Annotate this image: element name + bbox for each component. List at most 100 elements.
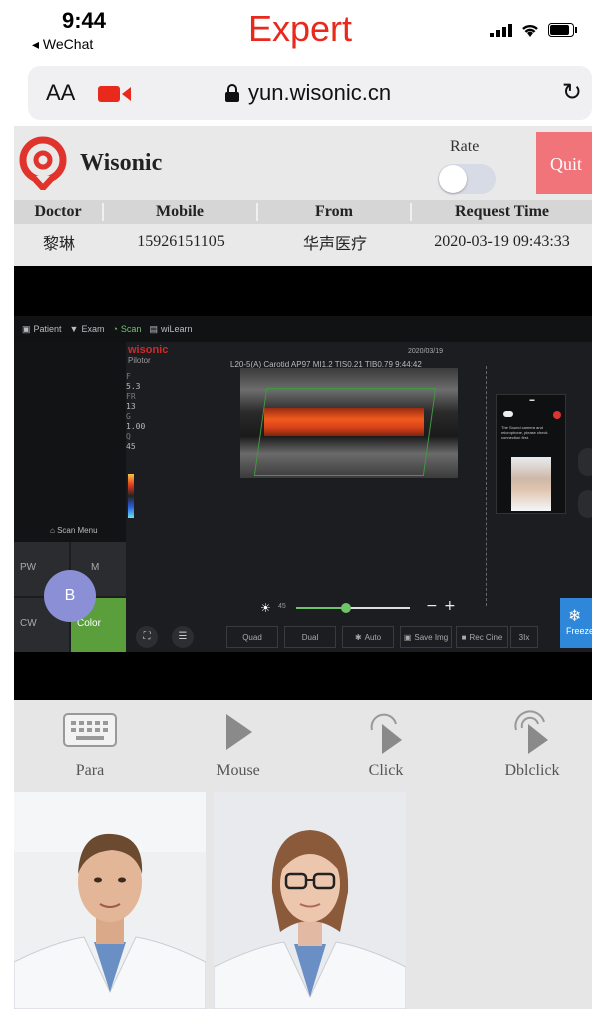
freeze-label: Freeze <box>566 626 592 636</box>
column-header: Request Time <box>454 203 550 220</box>
slider-knob[interactable] <box>341 603 352 613</box>
tab-label: wiLearn <box>160 324 193 334</box>
button-label: Rec Cine <box>469 632 503 642</box>
dual-button[interactable]: Dual <box>284 626 336 648</box>
local-video-female-doctor[interactable] <box>214 792 406 1009</box>
plus-button[interactable]: + <box>444 598 456 614</box>
doctor-cell: 黎琳 <box>42 236 75 253</box>
para-label: Para <box>75 762 105 779</box>
color-roi-box[interactable] <box>253 388 437 476</box>
ultrasound-left-panel <box>14 342 126 542</box>
battery-icon <box>548 23 577 37</box>
save-image-button[interactable]: ▣ Save Img <box>400 626 452 648</box>
cursor-icon <box>226 714 252 750</box>
browser-address-bar[interactable]: AA yun.wisonic.cn ↻ <box>28 66 592 120</box>
button-label: Dual <box>301 632 319 642</box>
back-to-app-link[interactable]: ◂ WeChat <box>32 36 93 53</box>
mode-label: PW <box>20 562 37 573</box>
lock-icon <box>225 84 239 102</box>
remote-video-male-doctor[interactable] <box>14 792 206 1009</box>
rate-label: Rate <box>450 138 480 155</box>
ultrasound-model: Pilotor <box>128 356 151 365</box>
tab-patient[interactable]: ▣ Patient <box>22 324 62 335</box>
column-header: Mobile <box>104 203 258 221</box>
speed-select[interactable]: 3Ix <box>510 626 538 648</box>
depth-down-button[interactable] <box>578 490 592 518</box>
tab-label: Patient <box>33 324 62 334</box>
button-label: Quad <box>242 632 262 642</box>
auto-button[interactable]: ✱ Auto <box>342 626 394 648</box>
mouse-label: Mouse <box>216 762 260 779</box>
probe-icon: ▼ <box>69 324 79 334</box>
click-icon <box>370 713 402 754</box>
tab-scan[interactable]: ◔ Scan <box>112 324 141 334</box>
depth-up-button[interactable] <box>578 448 592 476</box>
mode-b-button[interactable]: B <box>44 570 96 622</box>
gear-icon: ✱ <box>354 632 362 642</box>
book-icon: ▤ <box>149 323 158 334</box>
brand-name: Wisonic <box>80 150 163 176</box>
request-time-cell: 2020-03-19 09:43:33 <box>434 233 570 250</box>
imaging-parameters: F 5.3 FR 13 G 1.00 Q 45 <box>126 372 145 452</box>
brightness-icon: ☀ <box>260 601 271 615</box>
param-key: FR <box>126 392 136 401</box>
reload-icon[interactable]: ↻ <box>562 78 582 106</box>
brightness-slider[interactable] <box>296 603 410 613</box>
overlay-expert-label: Expert <box>248 8 353 49</box>
tab-label: Scan <box>120 324 142 334</box>
rate-toggle[interactable] <box>438 164 496 194</box>
video-call-area <box>14 792 592 1009</box>
image-icon: ▣ <box>403 632 412 642</box>
camera-recording-icon[interactable] <box>98 84 132 104</box>
text-size-button[interactable]: AA <box>46 80 75 106</box>
popup-title: ▬ <box>529 397 535 403</box>
tab-wilearn[interactable]: ▤ wiLearn <box>149 324 192 335</box>
snowflake-icon: ❄ <box>568 606 582 625</box>
quad-button[interactable]: Quad <box>226 626 278 648</box>
scan-icon: ◔ <box>112 324 118 334</box>
column-header: Doctor <box>14 203 104 221</box>
tab-label: Exam <box>81 324 105 334</box>
mode-label: M <box>91 562 100 573</box>
fullscreen-icon[interactable]: ⛶ <box>136 626 158 648</box>
settings-sliders-icon[interactable]: ☰ <box>172 626 194 648</box>
remote-ultrasound-screen[interactable]: ▣ Patient ▼ Exam ◔ Scan ▤ wiLearn wisonic Pi… <box>14 316 592 652</box>
camera-warning-text: The Sound camera and microphone, please … <box>501 425 548 440</box>
click-button[interactable]: Click <box>326 700 446 792</box>
scan-menu-label[interactable]: ⌂ Scan Menu <box>50 526 98 535</box>
scan-menu-text: Scan Menu <box>57 526 98 535</box>
dblclick-label: Dblclick <box>504 762 560 779</box>
para-button[interactable]: Para <box>30 700 150 792</box>
wifi-icon <box>522 24 538 37</box>
column-header: From <box>258 203 412 221</box>
clock: 9:44 <box>62 8 107 33</box>
button-label: Save Img <box>414 632 449 642</box>
minus-button[interactable]: − <box>426 598 438 614</box>
female-doctor-avatar <box>214 792 406 1009</box>
mouse-button[interactable]: Mouse <box>178 700 298 792</box>
button-label: Auto <box>364 632 382 642</box>
keyboard-icon <box>63 713 117 747</box>
web-header: Wisonic Rate Quit Doctor Mobile From Req… <box>14 126 592 266</box>
record-cine-button[interactable]: ■ Rec Cine <box>456 626 508 648</box>
quit-button[interactable]: Quit <box>536 132 592 194</box>
param-value: 45 <box>126 442 136 451</box>
param-value: 5.3 <box>126 382 141 391</box>
toggle-knob <box>439 165 467 193</box>
popup-close-icon[interactable] <box>553 411 561 419</box>
mobile-cell: 15926151105 <box>137 233 225 250</box>
signal-icon <box>490 24 512 37</box>
ultrasound-top-bar: ▣ Patient ▼ Exam ◔ Scan ▤ wiLearn <box>14 316 592 342</box>
local-camera-thumbnail <box>511 457 551 511</box>
param-value: 13 <box>126 402 136 411</box>
freeze-button[interactable]: ❄ Freeze <box>560 598 592 648</box>
param-key: Q <box>126 432 131 441</box>
tab-exam[interactable]: ▼ Exam <box>70 324 105 334</box>
back-app-label: WeChat <box>42 36 94 52</box>
status-bar: 9:44 ◂ WeChat Expert <box>0 0 592 58</box>
table-row: 黎琳 15926151105 华声医疗 2020-03-19 09:43:33 <box>14 224 592 260</box>
camera-toggle[interactable] <box>503 411 513 417</box>
double-click-button[interactable]: Dblclick <box>472 700 592 792</box>
param-key: G <box>126 412 131 421</box>
camera-preview-popup[interactable]: ▬ The Sound camera and microphone, pleas… <box>496 394 566 514</box>
